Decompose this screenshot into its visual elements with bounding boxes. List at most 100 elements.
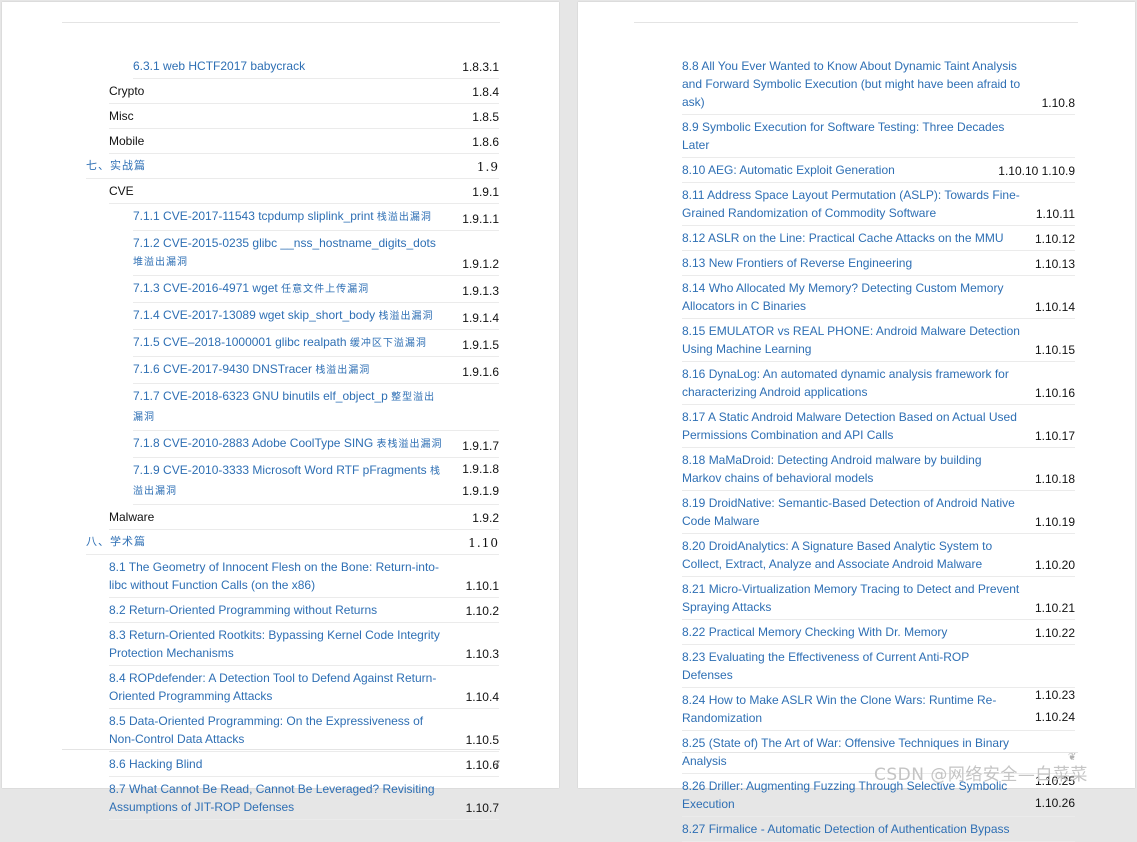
- toc-entry-title[interactable]: Malware: [109, 510, 154, 524]
- toc-entry-title[interactable]: 8.5 Data-Oriented Programming: On the Ex…: [109, 714, 423, 746]
- toc-entry-page-ref: 1.9.1.1: [462, 212, 499, 226]
- toc-entry-title[interactable]: 8.14 Who Allocated My Memory? Detecting …: [682, 281, 1003, 313]
- toc-entry[interactable]: 8.13 New Frontiers of Reverse Engineerin…: [682, 251, 1075, 276]
- toc-entry-title[interactable]: 8.4 ROPdefender: A Detection Tool to Def…: [109, 671, 436, 703]
- toc-entry-title[interactable]: 8.22 Practical Memory Checking With Dr. …: [682, 625, 947, 639]
- toc-entry[interactable]: 8.18 MaMaDroid: Detecting Android malwar…: [682, 448, 1075, 491]
- toc-entry[interactable]: 8.15 EMULATOR vs REAL PHONE: Android Mal…: [682, 319, 1075, 362]
- toc-entry[interactable]: 8.12 ASLR on the Line: Practical Cache A…: [682, 226, 1075, 251]
- toc-entry-title[interactable]: 8.12 ASLR on the Line: Practical Cache A…: [682, 231, 1004, 245]
- toc-entry-title[interactable]: 7.1.5 CVE–2018-1000001 glibc realpath 缓冲…: [133, 335, 427, 349]
- toc-entry-title[interactable]: 7.1.6 CVE-2017-9430 DNSTracer 栈溢出漏洞: [133, 362, 370, 376]
- toc-entry-title[interactable]: Crypto: [109, 84, 144, 98]
- toc-entry[interactable]: 6.3.1 web HCTF2017 babycrack 1.8.3.1: [133, 54, 499, 79]
- footer-rule: [682, 752, 1078, 753]
- toc-entry-page-ref: 1.10.13: [1034, 257, 1075, 271]
- toc-entry[interactable]: 8.27 Firmalice - Automatic Detection of …: [682, 817, 1075, 842]
- toc-entry-page-ref: 1.10.4: [465, 690, 499, 704]
- toc-entry[interactable]: 8.7 What Cannot Be Read, Cannot Be Lever…: [109, 777, 499, 820]
- toc-entry[interactable]: 七、实战篇 1.9: [86, 154, 499, 179]
- toc-entry[interactable]: 8.24 How to Make ASLR Win the Clone Wars…: [682, 688, 1075, 731]
- toc-entry-page-ref: 1.10.20: [1034, 558, 1075, 572]
- toc-entry-page-ref: 1.9.2: [472, 511, 499, 525]
- toc-entry-title[interactable]: 8.17 A Static Android Malware Detection …: [682, 410, 1017, 442]
- toc-entry-title[interactable]: Mobile: [109, 134, 144, 148]
- toc-entry-title[interactable]: 8.27 Firmalice - Automatic Detection of …: [682, 822, 1010, 836]
- toc-entry-title[interactable]: 八、学术篇: [86, 535, 146, 548]
- toc-entry-title[interactable]: 7.1.2 CVE-2015-0235 glibc __nss_hostname…: [133, 236, 436, 268]
- toc-entry-page-ref: 1.10.19: [1034, 515, 1075, 529]
- toc-entry[interactable]: 7.1.3 CVE-2016-4971 wget 任意文件上传漏洞 1.9.1.3: [133, 276, 499, 303]
- toc-entry-title[interactable]: 8.6 Hacking Blind: [109, 757, 202, 771]
- toc-entry-title[interactable]: 7.1.9 CVE-2010-3333 Microsoft Word RTF p…: [133, 463, 441, 497]
- toc-entry-title[interactable]: CVE: [109, 184, 134, 198]
- page-number: 7: [494, 759, 501, 771]
- toc-entry[interactable]: 8.23 Evaluating the Effectiveness of Cur…: [682, 645, 1075, 688]
- toc-entry-title[interactable]: 8.20 DroidAnalytics: A Signature Based A…: [682, 539, 992, 571]
- toc-entry[interactable]: 7.1.7 CVE-2018-6323 GNU binutils elf_obj…: [133, 384, 499, 431]
- toc-entry[interactable]: 8.5 Data-Oriented Programming: On the Ex…: [109, 709, 499, 752]
- toc-entry[interactable]: CVE 1.9.1: [109, 179, 499, 204]
- toc-entry-title[interactable]: 8.23 Evaluating the Effectiveness of Cur…: [682, 650, 969, 682]
- toc-entry-title[interactable]: 8.10 AEG: Automatic Exploit Generation: [682, 163, 895, 177]
- toc-entry[interactable]: 8.10 AEG: Automatic Exploit Generation 1.…: [682, 158, 1075, 183]
- toc-entry-title[interactable]: 8.9 Symbolic Execution for Software Test…: [682, 120, 1004, 152]
- toc-entry-title[interactable]: 8.16 DynaLog: An automated dynamic analy…: [682, 367, 1009, 399]
- toc-entry-title[interactable]: 8.15 EMULATOR vs REAL PHONE: Android Mal…: [682, 324, 1020, 356]
- toc-entry-page-ref: 1.10.7: [465, 801, 499, 815]
- toc-entry[interactable]: 7.1.8 CVE-2010-2883 Adobe CoolType SING …: [133, 431, 499, 458]
- toc-entry[interactable]: 7.1.6 CVE-2017-9430 DNSTracer 栈溢出漏洞 1.9.1…: [133, 357, 499, 384]
- toc-entry[interactable]: Crypto 1.8.4: [109, 79, 499, 104]
- toc-entry-title[interactable]: 七、实战篇: [86, 159, 146, 172]
- toc-entry[interactable]: 8.2 Return-Oriented Programming without …: [109, 598, 499, 623]
- toc-entry[interactable]: 8.9 Symbolic Execution for Software Test…: [682, 115, 1075, 158]
- toc-entry[interactable]: 8.17 A Static Android Malware Detection …: [682, 405, 1075, 448]
- toc-entry[interactable]: 7.1.4 CVE-2017-13089 wget skip_short_bod…: [133, 303, 499, 330]
- toc-entry-page-ref: 1.10.3: [465, 647, 499, 661]
- toc-entry[interactable]: 8.3 Return-Oriented Rootkits: Bypassing …: [109, 623, 499, 666]
- toc-entry-title[interactable]: 8.24 How to Make ASLR Win the Clone Wars…: [682, 693, 996, 725]
- right-page: 8.8 All You Ever Wanted to Know About Dy…: [578, 2, 1135, 842]
- toc-entry[interactable]: 8.14 Who Allocated My Memory? Detecting …: [682, 276, 1075, 319]
- toc-entry[interactable]: Mobile 1.8.6: [109, 129, 499, 154]
- toc-entry[interactable]: 7.1.9 CVE-2010-3333 Microsoft Word RTF p…: [133, 458, 499, 505]
- toc-entry-title[interactable]: 6.3.1 web HCTF2017 babycrack: [133, 59, 305, 73]
- toc-entry-page-ref: 1.9.1.8 1.9.1.9: [462, 462, 499, 498]
- toc-entry[interactable]: Misc 1.8.5: [109, 104, 499, 129]
- toc-entry[interactable]: 7.1.2 CVE-2015-0235 glibc __nss_hostname…: [133, 231, 499, 276]
- toc-entry-page-ref: 1.10.10 1.10.9: [998, 164, 1075, 178]
- toc-entry[interactable]: 8.11 Address Space Layout Permutation (A…: [682, 183, 1075, 226]
- toc-entry[interactable]: Malware 1.9.2: [109, 505, 499, 530]
- toc-entry[interactable]: 8.21 Micro-Virtualization Memory Tracing…: [682, 577, 1075, 620]
- toc-entry-title[interactable]: 8.11 Address Space Layout Permutation (A…: [682, 188, 1020, 220]
- toc-entry-title[interactable]: 8.13 New Frontiers of Reverse Engineerin…: [682, 256, 912, 270]
- toc-entry[interactable]: 8.22 Practical Memory Checking With Dr. …: [682, 620, 1075, 645]
- toc-entry-title[interactable]: Misc: [109, 109, 134, 123]
- toc-entry[interactable]: 8.4 ROPdefender: A Detection Tool to Def…: [109, 666, 499, 709]
- toc-entry[interactable]: 8.6 Hacking Blind 1.10.6: [109, 752, 499, 777]
- toc-entry[interactable]: 8.20 DroidAnalytics: A Signature Based A…: [682, 534, 1075, 577]
- toc-entry[interactable]: 8.16 DynaLog: An automated dynamic analy…: [682, 362, 1075, 405]
- toc-entry-title[interactable]: 8.7 What Cannot Be Read, Cannot Be Lever…: [109, 782, 435, 814]
- toc-entry[interactable]: 7.1.5 CVE–2018-1000001 glibc realpath 缓冲…: [133, 330, 499, 357]
- toc-entry-title[interactable]: 8.18 MaMaDroid: Detecting Android malwar…: [682, 453, 982, 485]
- toc-entry-title[interactable]: 8.21 Micro-Virtualization Memory Tracing…: [682, 582, 1019, 614]
- toc-entry-title[interactable]: 7.1.3 CVE-2016-4971 wget 任意文件上传漏洞: [133, 281, 369, 295]
- toc-entry-title[interactable]: 8.19 DroidNative: Semantic-Based Detecti…: [682, 496, 1015, 528]
- toc-entry-title[interactable]: 8.2 Return-Oriented Programming without …: [109, 603, 377, 617]
- toc-entry-title[interactable]: 8.1 The Geometry of Innocent Flesh on th…: [109, 560, 439, 592]
- toc-entry-title[interactable]: 7.1.4 CVE-2017-13089 wget skip_short_bod…: [133, 308, 434, 322]
- toc-entry[interactable]: 7.1.1 CVE-2017-11543 tcpdump sliplink_pr…: [133, 204, 499, 231]
- toc-entry-title[interactable]: 7.1.7 CVE-2018-6323 GNU binutils elf_obj…: [133, 389, 435, 423]
- toc-entry-page-ref: 1.9.1.3: [462, 284, 499, 298]
- toc-entry-title[interactable]: 8.3 Return-Oriented Rootkits: Bypassing …: [109, 628, 440, 660]
- toc-entry-title[interactable]: 7.1.1 CVE-2017-11543 tcpdump sliplink_pr…: [133, 209, 432, 223]
- toc-entry-title[interactable]: 7.1.8 CVE-2010-2883 Adobe CoolType SING …: [133, 436, 443, 450]
- toc-entry[interactable]: 8.19 DroidNative: Semantic-Based Detecti…: [682, 491, 1075, 534]
- toc-entry[interactable]: 八、学术篇 1.10: [86, 530, 499, 555]
- toc-entry-page-ref: 1.9.1.7: [462, 439, 499, 453]
- toc-entry[interactable]: 8.8 All You Ever Wanted to Know About Dy…: [682, 54, 1075, 115]
- toc-entry-page-ref: 1.8.3.1: [462, 60, 499, 74]
- toc-entry-title[interactable]: 8.8 All You Ever Wanted to Know About Dy…: [682, 59, 1020, 109]
- toc-entry[interactable]: 8.1 The Geometry of Innocent Flesh on th…: [109, 555, 499, 598]
